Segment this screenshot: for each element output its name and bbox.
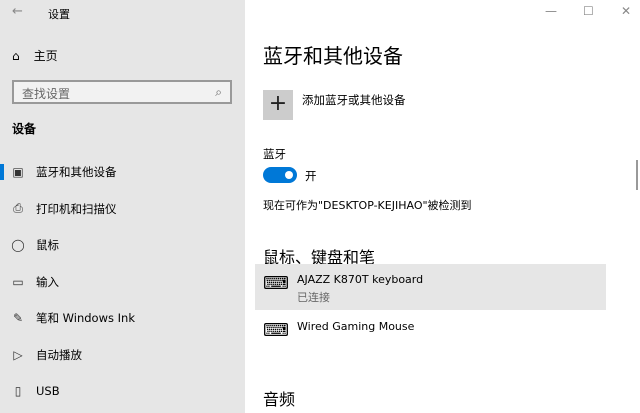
minimize-button[interactable]: — (545, 4, 557, 18)
plus-icon: + (268, 91, 288, 116)
autoplay-icon: ▷ (13, 347, 23, 362)
sidebar-item-label: 自动播放 (36, 347, 82, 362)
discoverable-text: 现在可作为"DESKTOP-KEJIHAO"被检测到 (263, 199, 472, 212)
home-icon: ⌂ (12, 48, 20, 63)
sidebar-item[interactable]: ◯ 鼠标 (0, 230, 245, 260)
sidebar-item-label: 笔和 Windows Ink (36, 311, 135, 325)
sidebar-item-label: 鼠标 (36, 238, 59, 252)
add-device-label[interactable]: 添加蓝牙或其他设备 (302, 92, 406, 108)
app-title: 设置 (48, 8, 70, 21)
sidebar-item-label: 输入 (36, 274, 59, 289)
keyboard-icon: ⌨ (263, 320, 289, 341)
bluetooth-devices-icon: ▣ (12, 165, 24, 179)
close-button[interactable]: ✕ (621, 4, 631, 18)
add-device-button[interactable]: + (263, 90, 293, 120)
sidebar-item[interactable]: ▯ USB (0, 376, 245, 406)
sidebar-item[interactable]: ✎ 笔和 Windows Ink (0, 303, 245, 333)
keyboard-icon: ⌨ (263, 273, 289, 294)
keyboard-icon: ▭ (12, 274, 24, 289)
printer-icon: ⎙ (13, 201, 23, 215)
sidebar-item[interactable]: ▭ 输入 (0, 267, 245, 297)
bluetooth-toggle[interactable] (263, 167, 297, 183)
sidebar-item-label: USB (36, 384, 60, 398)
sidebar-home[interactable]: ⌂ 主页 (12, 47, 58, 64)
search-icon[interactable]: ⌕ (215, 85, 222, 99)
sidebar-item-label: 打印机和扫描仪 (36, 201, 117, 216)
maximize-button[interactable]: ☐ (583, 4, 594, 18)
device-name: Wired Gaming Mouse (297, 320, 415, 333)
pen-icon: ✎ (12, 311, 24, 325)
back-button[interactable]: ← (12, 4, 23, 19)
main-content: — ☐ ✕ 蓝牙和其他设备 + 添加蓝牙或其他设备 蓝牙 开 现在可作为"DES… (245, 0, 640, 413)
home-label: 主页 (33, 49, 58, 63)
sidebar-item[interactable]: ▷ 自动播放 (0, 340, 245, 370)
usb-icon: ▯ (14, 384, 22, 398)
section-heading: 设备 (12, 122, 37, 136)
device-name: AJAZZ K870T keyboard (297, 273, 424, 286)
bluetooth-state: 开 (305, 169, 317, 183)
sidebar: ← 设置 ⌂ 主页 查找设置 ⌕ 设备 ▣ 蓝牙和其他设备 ⎙ 打印机和扫描仪 ◯ 鼠标 ▭ 输入… (0, 0, 245, 413)
device-item[interactable]: ⌨ Wired Gaming Mouse (255, 311, 606, 357)
device-status: 已连接 (297, 291, 330, 304)
device-item[interactable]: ⌨ AJAZZ K870T keyboard 已连接 (255, 264, 606, 310)
search-placeholder: 查找设置 (22, 87, 71, 101)
search-input[interactable]: 查找设置 ⌕ (12, 80, 232, 104)
sidebar-item-label: 蓝牙和其他设备 (36, 165, 117, 179)
page-title: 蓝牙和其他设备 (263, 44, 403, 68)
mouse-icon: ◯ (11, 238, 25, 252)
sidebar-item[interactable]: ▣ 蓝牙和其他设备 (0, 157, 245, 187)
section-audio: 音频 (263, 390, 296, 409)
bluetooth-label: 蓝牙 (263, 147, 286, 161)
scrollbar[interactable] (636, 160, 638, 190)
sidebar-item[interactable]: ⎙ 打印机和扫描仪 (0, 194, 245, 224)
